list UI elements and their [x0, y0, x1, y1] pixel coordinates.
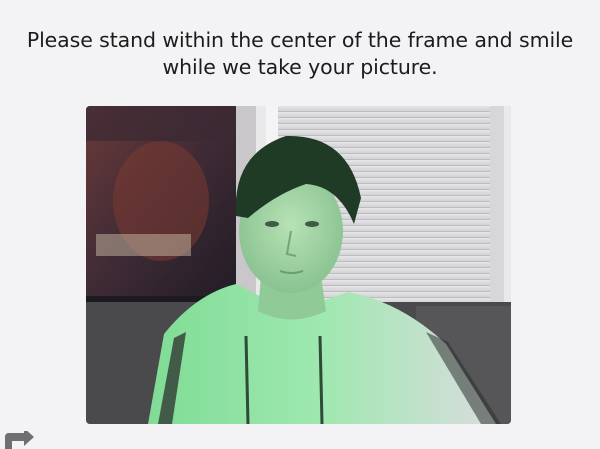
- switch-camera-button[interactable]: [2, 428, 42, 449]
- switch-camera-icon: [5, 428, 34, 449]
- capture-instructions: Please stand within the center of the fr…: [0, 27, 600, 81]
- photo-capture-page: Please stand within the center of the fr…: [0, 0, 600, 449]
- camera-preview: [86, 106, 511, 424]
- instructions-line-1: Please stand within the center of the fr…: [26, 28, 574, 52]
- instructions-line-2: while we take your picture.: [162, 55, 438, 79]
